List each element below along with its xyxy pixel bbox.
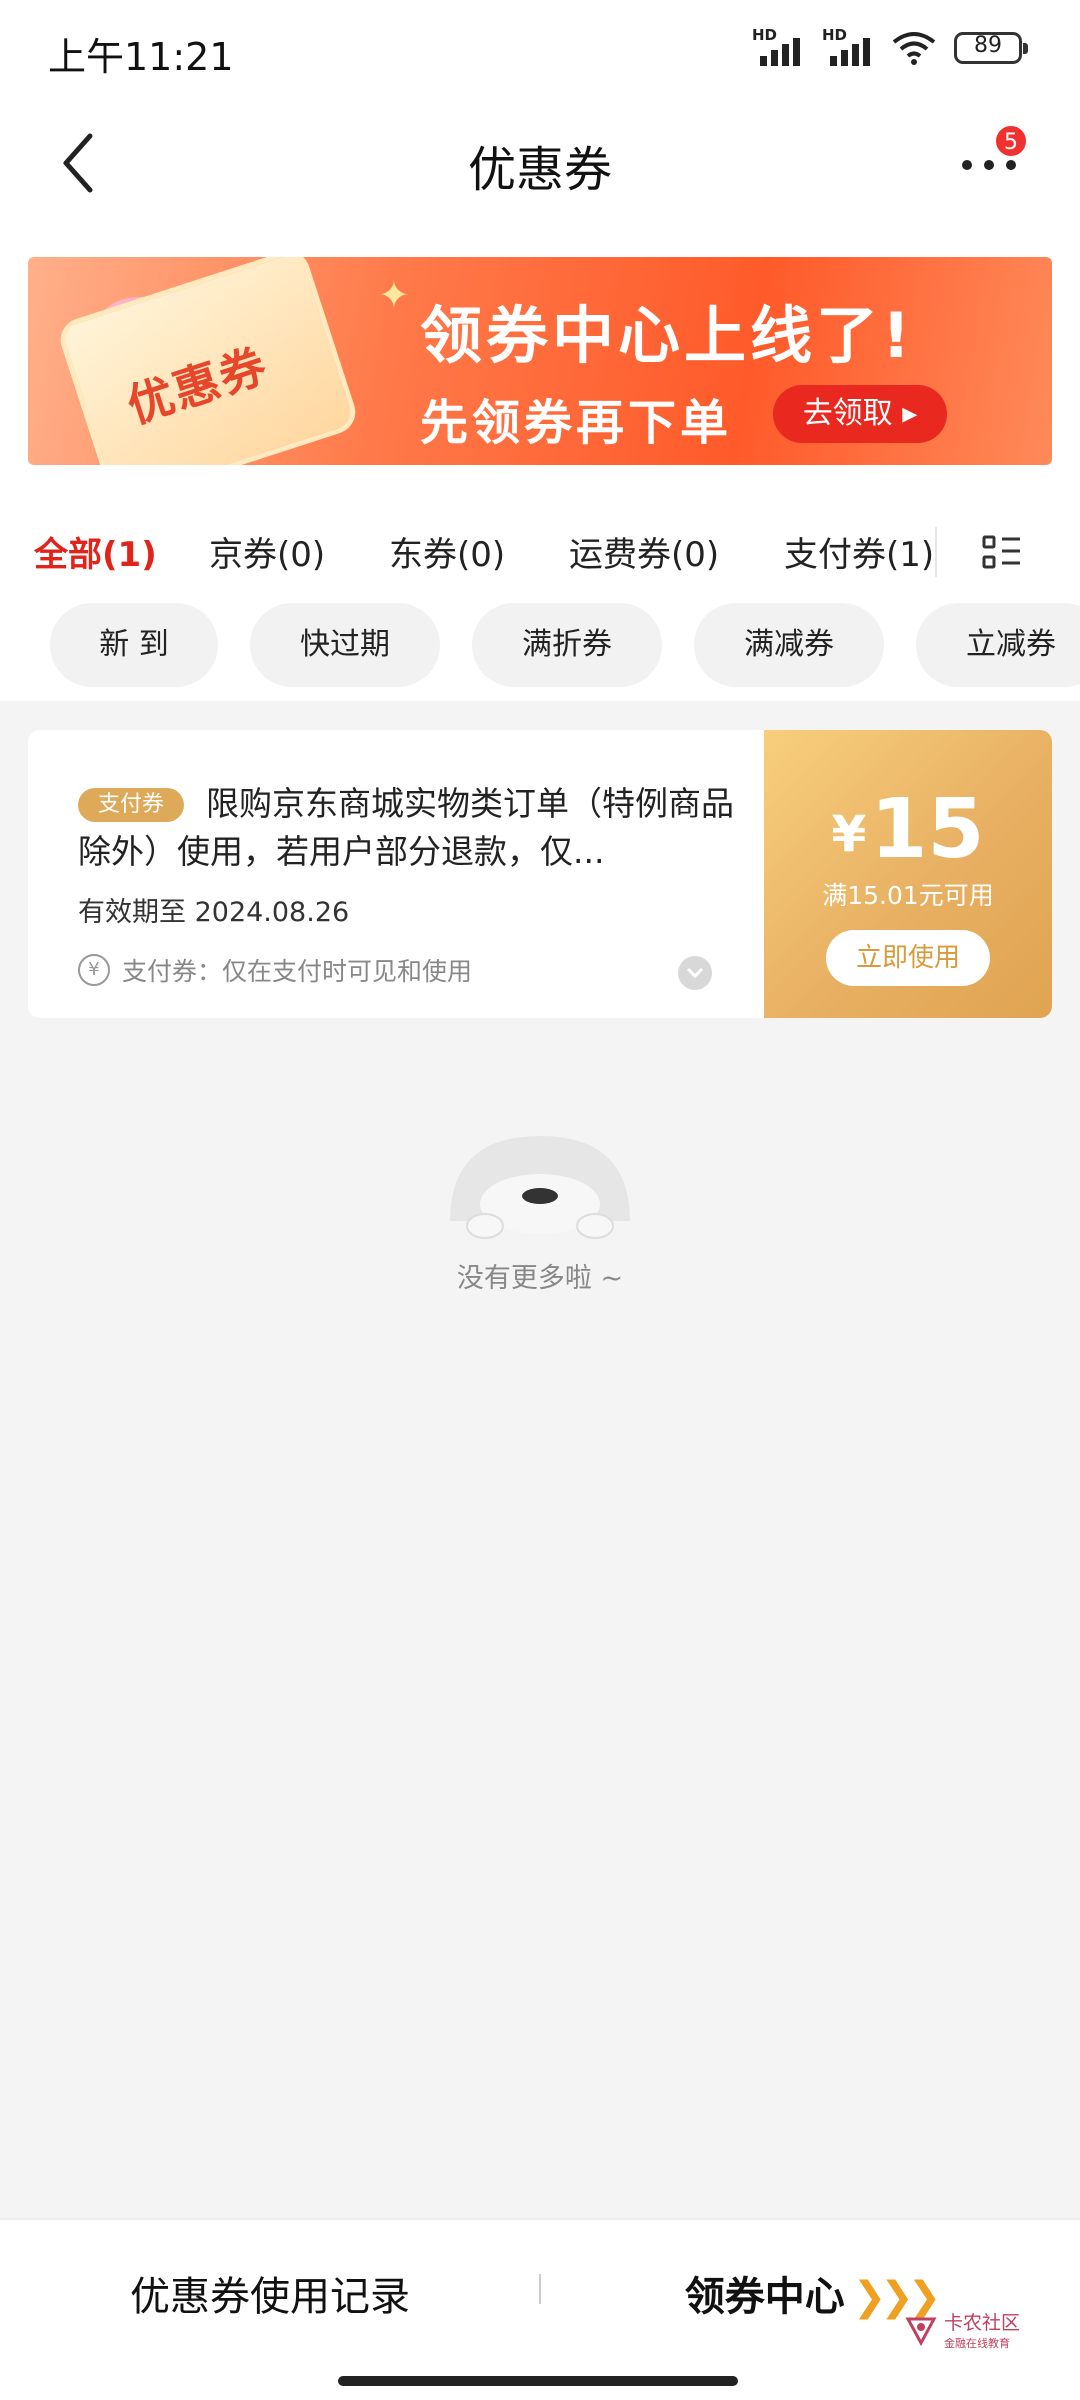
coupon-note-text: 支付券：仅在支付时可见和使用 [122, 957, 473, 986]
coupon-value-panel: ¥15 满15.01元可用 立即使用 [764, 730, 1052, 1018]
tab-dong-coupon[interactable]: 东券(0) [389, 527, 505, 576]
status-icons: HD HD 89 [752, 26, 1028, 66]
tab-jd-coupon[interactable]: 京券(0) [209, 527, 325, 576]
sparkle-icon: ✦ [378, 273, 410, 317]
coupon-expiry: 有效期至 2024.08.26 [78, 897, 350, 928]
filter-discount[interactable]: 满折券 [472, 603, 662, 687]
promo-banner[interactable]: 优惠券 ✦ 领券中心上线了! 先领券再下单 去领取 ▸ [28, 257, 1052, 465]
filter-instant-reduction[interactable]: 立减券 [916, 603, 1080, 687]
battery-icon: 89 [954, 32, 1028, 64]
coupon-amount-value: 15 [870, 782, 985, 877]
coupon-info: 支付券 限购京东商城实物类订单（特例商品除外）使用，若用户部分退款，仅... 有效… [28, 730, 764, 1018]
tab-all[interactable]: 全部(1) [34, 527, 157, 576]
currency-symbol: ¥ [831, 805, 867, 863]
watermark-subtitle: 金融在线教育 [943, 2337, 1010, 2350]
signal-icon: HD [822, 26, 874, 66]
empty-state-text: 没有更多啦 ~ [456, 1263, 624, 1294]
tabs-divider [935, 527, 937, 577]
more-icon [962, 160, 1016, 170]
chevron-down-icon [686, 967, 704, 979]
banner-subtitle: 先领券再下单 [420, 395, 733, 451]
signal-icon: HD [752, 26, 804, 66]
coupon-card[interactable]: 支付券 限购京东商城实物类订单（特例商品除外）使用，若用户部分退款，仅... 有效… [28, 730, 1052, 1018]
usage-history-button[interactable]: 优惠券使用记录 [0, 2264, 540, 2322]
coupon-art-text: 优惠券 [120, 337, 275, 434]
coupon-description-block: 支付券 限购京东商城实物类订单（特例商品除外）使用，若用户部分退款，仅... [78, 780, 734, 876]
nav-bar: 优惠券 5 [0, 100, 1080, 225]
filter-chips: 新 到 快过期 满折券 满减券 立减券 [0, 603, 1080, 701]
status-time: 上午11:21 [48, 35, 234, 79]
top-area: 优惠券 ✦ 领券中心上线了! 先领券再下单 去领取 ▸ 全部(1) 京券(0) … [0, 225, 1080, 701]
home-indicator[interactable] [338, 2376, 738, 2386]
expand-button[interactable] [678, 956, 712, 990]
filter-full-reduction[interactable]: 满减券 [694, 603, 884, 687]
coupon-amount: ¥15 [764, 782, 1052, 877]
watermark-title: 卡农社区 [943, 2312, 1020, 2334]
empty-mascot-icon [450, 1136, 630, 1239]
category-grid-icon[interactable] [980, 533, 1024, 573]
coupon-note: ¥ 支付券：仅在支付时可见和使用 [78, 952, 472, 988]
tab-shipping-coupon[interactable]: 运费券(0) [569, 527, 719, 576]
banner-claim-button[interactable]: 去领取 ▸ [773, 385, 947, 443]
coupon-tag: 支付券 [78, 788, 184, 822]
wifi-icon [892, 32, 936, 65]
watermark-logo-icon [905, 2317, 937, 2346]
use-now-button[interactable]: 立即使用 [826, 930, 990, 986]
page-title: 优惠券 [467, 142, 612, 198]
yen-icon: ¥ [78, 954, 110, 986]
coupon-type-tabs: 全部(1) 京券(0) 东券(0) 运费券(0) 支付券(1) [0, 497, 1080, 607]
coupon-illustration: 优惠券 [55, 257, 361, 465]
bottom-bar: 优惠券使用记录 领券中心 ❯❯❯ 卡农社区 金融在线教育 [0, 2218, 1080, 2400]
filter-expiring[interactable]: 快过期 [250, 603, 440, 687]
watermark: 卡农社区 金融在线教育 [904, 2308, 1020, 2351]
filter-new[interactable]: 新 到 [50, 603, 218, 687]
banner-headline: 领券中心上线了! [420, 299, 915, 372]
coupon-center-label: 领券中心 [684, 2274, 845, 2320]
battery-level: 89 [974, 33, 1002, 58]
status-bar: 上午11:21 HD HD 89 [0, 0, 1080, 100]
more-button[interactable]: 5 [956, 124, 1030, 190]
coupon-condition: 满15.01元可用 [822, 881, 994, 910]
tab-payment-coupon[interactable]: 支付券(1) [784, 527, 934, 576]
notification-badge: 5 [994, 124, 1028, 158]
